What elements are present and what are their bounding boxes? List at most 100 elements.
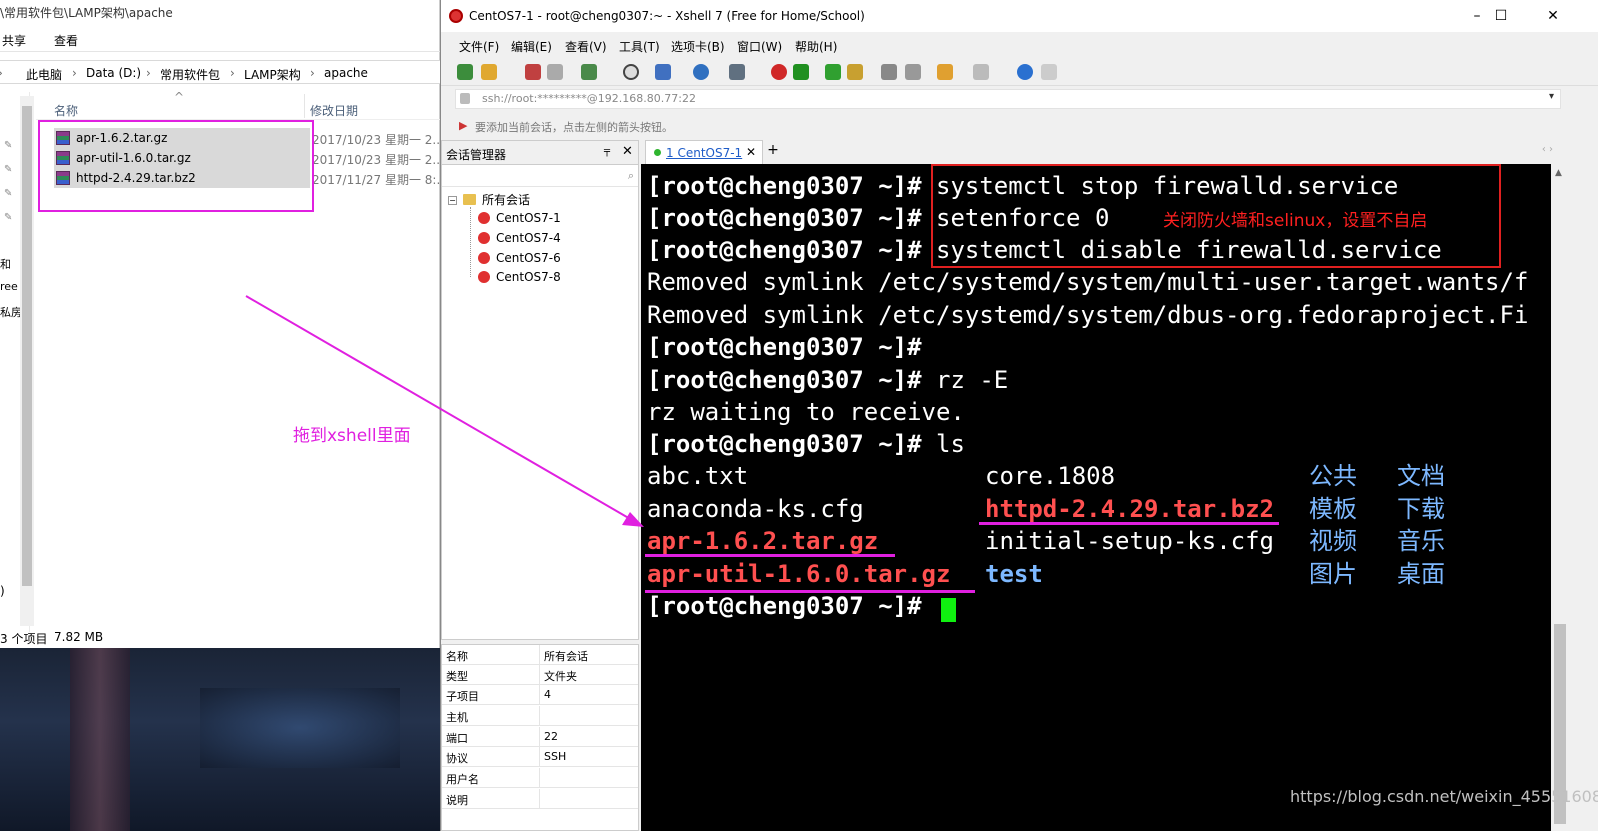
- ls-entry-dir: 桌面: [1397, 560, 1445, 588]
- tree-root-all-sessions[interactable]: − 所有会话: [448, 191, 530, 208]
- session-item[interactable]: CentOS7-1: [478, 211, 561, 225]
- chat-icon[interactable]: [1041, 64, 1057, 80]
- add-icon[interactable]: [937, 64, 953, 80]
- terminal-scrollbar[interactable]: ▲: [1551, 164, 1569, 831]
- font-icon[interactable]: [729, 64, 745, 80]
- explorer-address-bar[interactable]: › 此电脑 › Data (D:) › 常用软件包 › LAMP架构 › apa…: [0, 60, 440, 84]
- watermark-text: https://blog.csdn.net/weixin_45551608: [1290, 787, 1598, 806]
- session-item[interactable]: CentOS7-8: [478, 270, 561, 284]
- chevron-down-icon[interactable]: ▾: [1549, 91, 1554, 102]
- close-icon[interactable]: ✕: [622, 144, 633, 159]
- terminal-line: [root@cheng0307 ~]# rz -E: [647, 366, 1009, 394]
- menu-help[interactable]: 帮助(H): [795, 38, 837, 55]
- session-address-bar[interactable]: ssh://root:*********@192.168.80.77:22 ▾: [455, 89, 1561, 109]
- ls-entry: core.1808: [985, 462, 1116, 490]
- terminal-line: [root@cheng0307 ~]#: [647, 333, 922, 361]
- property-row: 端口 22: [442, 727, 638, 747]
- layout-icon[interactable]: [655, 64, 671, 80]
- menu-view[interactable]: 查看(V): [565, 38, 607, 55]
- breadcrumb-software[interactable]: 常用软件包: [160, 66, 220, 83]
- property-row: 说明: [442, 789, 638, 809]
- session-search-input[interactable]: ⌕: [442, 165, 638, 187]
- terminal-line: [root@cheng0307 ~]#: [647, 592, 922, 620]
- maximize-button[interactable]: ☐: [1481, 4, 1521, 28]
- terminal-line: [root@cheng0307 ~]# ls: [647, 430, 965, 458]
- close-tab-icon[interactable]: ✕: [746, 145, 756, 159]
- property-row: 用户名: [442, 768, 638, 788]
- ls-entry: initial-setup-ks.cfg: [985, 527, 1274, 555]
- property-row: 主机: [442, 706, 638, 726]
- collapse-icon[interactable]: −: [448, 196, 457, 205]
- desktop-wallpaper: [0, 648, 440, 831]
- session-hint-bar: ▶ 要添加当前会话，点击左侧的箭头按钮。: [459, 119, 673, 134]
- bookmark-icon[interactable]: ▶: [459, 119, 467, 132]
- property-row: 类型 文件夹: [442, 665, 638, 685]
- disconnect-icon[interactable]: [547, 64, 563, 80]
- property-row: 名称 所有会话: [442, 645, 638, 665]
- lock-icon[interactable]: [847, 64, 863, 80]
- property-row: 协议 SSH: [442, 747, 638, 767]
- xshell-window: CentOS7-1 - root@cheng0307:~ - Xshell 7 …: [440, 0, 1598, 831]
- new-session-icon[interactable]: [457, 64, 473, 80]
- keyboard-icon[interactable]: [881, 64, 897, 80]
- menu-tabs[interactable]: 选项卡(B): [671, 38, 725, 55]
- ls-entry-archive: apr-1.6.2.tar.gz: [647, 527, 879, 555]
- tab-nav-arrows[interactable]: ‹ ›: [1542, 144, 1553, 155]
- ls-entry-dir: test: [985, 560, 1043, 588]
- ls-entry-archive: apr-util-1.6.0.tar.gz: [647, 560, 951, 588]
- menu-edit[interactable]: 编辑(E): [511, 38, 552, 55]
- terminal-line: [root@cheng0307 ~]# systemctl stop firew…: [647, 172, 1399, 200]
- column-modified[interactable]: 修改日期: [310, 102, 358, 119]
- xshell-icon[interactable]: [771, 64, 787, 80]
- selection-highlight-box: [38, 120, 314, 212]
- terminal-line: Removed symlink /etc/systemd/system/dbus…: [647, 301, 1529, 329]
- session-item[interactable]: CentOS7-6: [478, 251, 561, 265]
- menu-file[interactable]: 文件(F): [459, 38, 499, 55]
- menu-window[interactable]: 窗口(W): [737, 38, 782, 55]
- breadcrumb-data-d[interactable]: Data (D:): [86, 66, 141, 80]
- nav-item[interactable]: 私房: [0, 304, 22, 320]
- breadcrumb-this-pc[interactable]: 此电脑: [26, 66, 62, 83]
- file-list-header: 名称 ^ 修改日期: [36, 90, 440, 120]
- terminal-area[interactable]: [root@cheng0307 ~]# systemctl stop firew…: [641, 164, 1551, 831]
- column-name[interactable]: 名称: [54, 102, 78, 119]
- session-icon: [478, 271, 490, 283]
- xftp-icon[interactable]: [793, 64, 809, 80]
- menu-tools[interactable]: 工具(T): [619, 38, 660, 55]
- ribbon-tab-view[interactable]: 查看: [54, 32, 78, 49]
- pin-icon: ✎: [4, 140, 13, 151]
- pin-icon: ✎: [4, 188, 13, 199]
- breadcrumb-apache[interactable]: apache: [324, 66, 368, 80]
- help-icon[interactable]: [1017, 64, 1033, 80]
- script-icon[interactable]: [905, 64, 921, 80]
- session-item[interactable]: CentOS7-4: [478, 231, 561, 245]
- underline-annotation: [979, 522, 1279, 525]
- explorer-ribbon: 共享 查看: [0, 28, 440, 52]
- fullscreen-icon[interactable]: [825, 64, 841, 80]
- pin-icon: ✎: [4, 212, 13, 223]
- breadcrumb-lamp[interactable]: LAMP架构: [244, 66, 301, 83]
- close-button[interactable]: ✕: [1533, 4, 1573, 28]
- drag-annotation: 拖到xshell里面: [293, 426, 411, 446]
- add-tab-button[interactable]: +: [765, 142, 781, 162]
- ls-entry-dir: 模板: [1309, 495, 1357, 523]
- tile-icon[interactable]: [973, 64, 989, 80]
- open-folder-icon[interactable]: [481, 64, 497, 80]
- nav-scrollbar[interactable]: [20, 96, 34, 626]
- reconnect-icon[interactable]: [581, 64, 597, 80]
- search-icon[interactable]: [623, 64, 639, 80]
- tab-centos7-1[interactable]: 1 CentOS7-1 ✕: [645, 140, 763, 164]
- nav-item[interactable]: ree: [0, 280, 18, 293]
- globe-icon[interactable]: [693, 64, 709, 80]
- scroll-up-icon[interactable]: ▲: [1555, 168, 1562, 178]
- nav-item[interactable]: 和: [0, 256, 11, 272]
- properties-panel: 名称 所有会话 类型 文件夹 子项目 4 主机 端口 22 协议 SSH 用户名 说明: [441, 644, 639, 831]
- ribbon-tab-share[interactable]: 共享: [2, 32, 26, 49]
- connect-icon[interactable]: [525, 64, 541, 80]
- firewall-note: 关闭防火墙和selinux，设置不自启: [1163, 211, 1428, 231]
- ls-entry: anaconda-ks.cfg: [647, 495, 864, 523]
- pin-icon[interactable]: ╤: [604, 146, 610, 157]
- search-icon: ⌕: [627, 169, 634, 182]
- pin-icon: ✎: [4, 164, 13, 175]
- toolbar: [441, 58, 1598, 86]
